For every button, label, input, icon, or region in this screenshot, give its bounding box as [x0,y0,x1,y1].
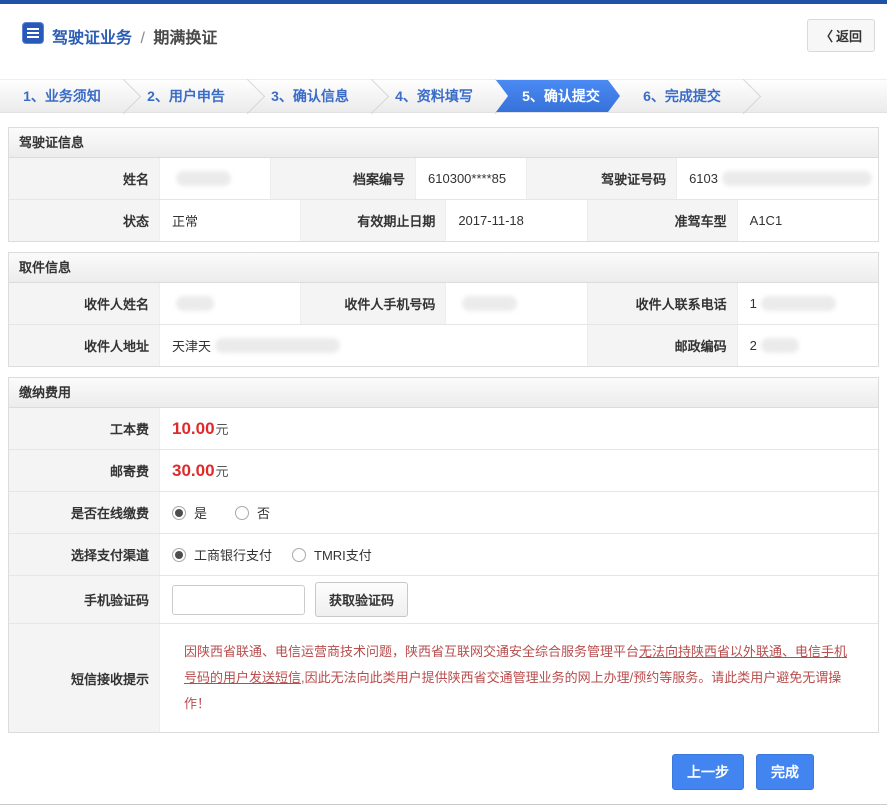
finish-button[interactable]: 完成 [756,754,814,790]
online-payment-yes-option[interactable]: 是 [172,503,207,522]
license-info-row-1: 姓名 档案编号 610300****85 驾驶证号码 6103 [9,158,878,199]
name-value [159,158,271,199]
pickup-info-row-2: 收件人地址 天津天 邮政编码 2 [9,324,878,366]
payment-channel-tmri-label: TMRI支付 [314,548,372,563]
radio-selected-icon[interactable] [172,547,186,562]
status-value: 正常 [159,200,301,241]
recipient-mobile-redacted-blob [462,296,518,311]
license-number-redacted-blob [722,171,872,186]
license-info-section: 驾驶证信息 姓名 档案编号 610300****85 驾驶证号码 6103 状态… [8,127,879,242]
production-fee-value: 10.00 元 [159,408,878,449]
license-number-label: 驾驶证号码 [526,158,677,199]
radio-unselected-icon[interactable] [235,505,250,520]
expiry-date-value: 2017-11-18 [445,200,587,241]
online-payment-options: 是 否 [159,492,878,533]
breadcrumb-separator: / [140,29,145,47]
online-payment-row: 是否在线缴费 是 否 [9,491,878,533]
mailing-fee-unit: 元 [215,464,229,479]
mailing-fee-value: 30.00 元 [159,450,878,491]
payment-channel-icbc-option[interactable]: 工商银行支付 [172,545,272,564]
production-fee-unit: 元 [215,422,229,437]
page-title-business: 驾驶证业务 [52,29,133,47]
postal-code-label: 邮政编码 [586,325,737,366]
footer-actions: 上一步 完成 [8,743,879,804]
expiry-date-label: 有效期止日期 [300,200,446,241]
vehicle-class-value: A1C1 [736,200,878,241]
back-chevron-icon: 〈 [819,29,833,44]
license-number-value: 6103 [676,158,878,199]
status-label: 状态 [9,200,159,241]
recipient-phone-visible-prefix: 1 [749,296,757,311]
step-2-user-declaration[interactable]: 2、用户申告 [124,80,248,112]
sms-notice-label: 短信接收提示 [9,624,159,732]
back-button[interactable]: 〈 返回 [806,19,875,52]
postal-code-visible-prefix: 2 [749,338,757,353]
step-3-confirm-info[interactable]: 3、确认信息 [248,80,372,112]
recipient-address-visible-prefix: 天津天 [172,339,212,354]
step-progress-bar: 1、业务须知 2、用户申告 3、确认信息 4、资料填写 5、确认提交 6、完成提… [0,79,887,113]
online-payment-no-label: 否 [257,506,271,521]
recipient-mobile-value [445,283,587,324]
sms-code-row: 手机验证码 获取验证码 [9,575,878,623]
online-payment-label: 是否在线缴费 [9,492,159,533]
license-business-icon [22,22,44,49]
recipient-address-label: 收件人地址 [9,325,159,366]
sms-code-input[interactable] [172,584,305,615]
file-number-label: 档案编号 [270,158,416,199]
back-button-label: 返回 [835,29,862,44]
page-header: 驾驶证业务 / 期满换证 〈 返回 [0,4,887,65]
online-payment-no-option[interactable]: 否 [235,503,270,522]
postal-code-redacted-blob [760,338,799,353]
recipient-mobile-label: 收件人手机号码 [300,283,446,324]
recipient-name-value [159,283,301,324]
sms-code-label: 手机验证码 [9,576,159,623]
step-5-confirm-submit-active[interactable]: 5、确认提交 [496,80,620,112]
recipient-address-redacted-blob [215,338,341,353]
sms-code-field-area: 获取验证码 [159,576,878,623]
sms-notice-text-before: 因陕西省联通、电信运营商技术问题，陕西省互联网交通安全综合服务管理平台 [184,644,640,659]
get-sms-code-button[interactable]: 获取验证码 [315,582,409,617]
production-fee-row: 工本费 10.00 元 [9,408,878,449]
page-title-subpage: 期满换证 [153,29,218,47]
production-fee-amount: 10.00 [172,418,215,438]
recipient-address-value: 天津天 [159,325,587,366]
payment-channel-tmri-option[interactable]: TMRI支付 [292,545,372,564]
recipient-phone-value: 1 [736,283,878,324]
name-redacted-blob [176,171,231,186]
license-info-row-2: 状态 正常 有效期止日期 2017-11-18 准驾车型 A1C1 [9,199,878,241]
radio-selected-icon[interactable] [172,505,186,520]
pickup-info-row-1: 收件人姓名 收件人手机号码 收件人联系电话 1 [9,283,878,324]
step-4-fill-material[interactable]: 4、资料填写 [372,80,496,112]
pickup-info-section: 取件信息 收件人姓名 收件人手机号码 收件人联系电话 1 收件人地址 天津天 邮… [8,252,879,367]
step-1-business-notice[interactable]: 1、业务须知 [0,80,124,112]
step-6-finish-submit[interactable]: 6、完成提交 [620,80,744,112]
vehicle-class-label: 准驾车型 [586,200,737,241]
fees-section-title: 缴纳费用 [9,378,878,408]
recipient-name-redacted-blob [176,296,214,311]
recipient-phone-label: 收件人联系电话 [586,283,737,324]
payment-channel-icbc-label: 工商银行支付 [194,548,273,563]
mailing-fee-amount: 30.00 [172,460,215,480]
payment-channel-label: 选择支付渠道 [9,534,159,575]
file-number-value: 610300****85 [415,158,527,199]
mailing-fee-row: 邮寄费 30.00 元 [9,449,878,491]
recipient-phone-redacted-blob [760,296,836,311]
page-title: 驾驶证业务 / 期满换证 [52,24,217,48]
previous-step-button[interactable]: 上一步 [672,754,744,790]
mailing-fee-label: 邮寄费 [9,450,159,491]
sms-notice-value: 因陕西省联通、电信运营商技术问题，陕西省互联网交通安全综合服务管理平台无法向持陕… [159,624,878,732]
online-payment-yes-label: 是 [194,506,208,521]
fees-section: 缴纳费用 工本费 10.00 元 邮寄费 30.00 元 是否在线缴费 是 否 … [8,377,879,733]
sms-notice-row: 短信接收提示 因陕西省联通、电信运营商技术问题，陕西省互联网交通安全综合服务管理… [9,623,878,732]
license-number-visible-prefix: 6103 [689,171,718,186]
payment-channel-row: 选择支付渠道 工商银行支付 TMRI支付 [9,533,878,575]
recipient-name-label: 收件人姓名 [9,283,159,324]
production-fee-label: 工本费 [9,408,159,449]
name-label: 姓名 [9,158,159,199]
pickup-info-section-title: 取件信息 [9,253,878,283]
payment-channel-options: 工商银行支付 TMRI支付 [159,534,878,575]
license-info-section-title: 驾驶证信息 [9,128,878,158]
radio-unselected-icon[interactable] [292,547,307,562]
postal-code-value: 2 [736,325,878,366]
